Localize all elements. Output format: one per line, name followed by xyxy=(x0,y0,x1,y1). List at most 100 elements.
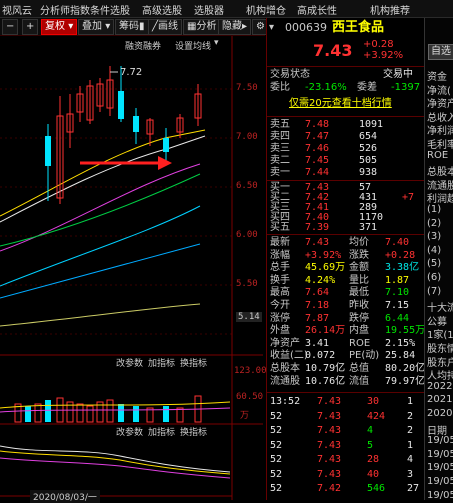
zoom-in-button[interactable]: + xyxy=(22,19,39,35)
margin-trading-label[interactable]: 融资融券 xyxy=(125,39,161,52)
draw-line-label: 画线 xyxy=(158,21,179,32)
menu-item-high-growth[interactable]: 高成长性 xyxy=(297,2,337,17)
tick-time: 13:52 xyxy=(270,396,301,407)
level2-link[interactable]: 仅需20元查看十档行情 xyxy=(289,98,392,110)
trade-status-value: 交易中 xyxy=(383,69,413,80)
order-book-row[interactable]: 买四 7.40 1170 xyxy=(267,213,424,223)
stat-value: 7.87 xyxy=(305,312,330,324)
overlay-button[interactable]: 叠加 ▾ xyxy=(78,19,115,35)
order-book-row[interactable]: 卖一 7.44 938 xyxy=(267,167,424,179)
order-book-row[interactable]: 卖三 7.46 526 xyxy=(267,143,424,155)
stat-label: 收益(二) xyxy=(270,350,308,362)
add-indicator-link-2[interactable]: 加指标 xyxy=(148,425,175,438)
stat-row: 今开 7.18 昨收 7.15 xyxy=(267,300,424,312)
kline-chart-area[interactable]: 融资融券 设置均线 ▾ 7.72 7.50 7.00 6.50 6.00 5.5… xyxy=(0,36,267,503)
tick-volume: 5 xyxy=(367,439,374,451)
tick-row[interactable]: 52 7.43 424 2 xyxy=(267,411,424,423)
tick-row[interactable]: 52 7.43 28 4 xyxy=(267,454,424,466)
weibi-value: -23.16% xyxy=(305,82,347,93)
draw-line-button[interactable]: ╱画线 xyxy=(148,19,183,35)
trade-status-row: 交易状态 交易中 xyxy=(267,69,424,81)
order-book-row[interactable]: 买三 7.41 289 xyxy=(267,203,424,213)
order-delta: +7 xyxy=(402,192,415,203)
stat-value: 6.44 xyxy=(385,312,410,324)
menu-item-advanced-select[interactable]: 高级选股 xyxy=(142,2,182,17)
tick-count: 27 xyxy=(407,483,420,494)
side-info-panel: 自选 资金净流(净资产总收入净利润毛利率ROE总股本流通股利润趋势(1)(2)(… xyxy=(424,18,453,500)
stock-code: 000639 xyxy=(285,21,327,34)
menu-item-stock-picker[interactable]: 选股器 xyxy=(194,2,224,17)
weibi-label: 委比 xyxy=(270,82,290,93)
order-book-row[interactable]: 卖五 7.48 1091 xyxy=(267,119,424,131)
tick-row[interactable]: 52 7.43 40 3 xyxy=(267,469,424,481)
zoom-out-button[interactable]: − xyxy=(2,19,19,35)
order-price: 7.39 xyxy=(305,222,330,233)
menu-bar: 视风云 分析师指数 条件选股 高级选股 选股器 机构增仓 高成长性 机构推荐 xyxy=(0,0,453,18)
current-price-box: 5.14 xyxy=(236,312,262,322)
side-info-item: (5) xyxy=(427,258,442,270)
change-params-link-1[interactable]: 改参数 xyxy=(116,356,143,369)
order-book-row[interactable]: 卖四 7.47 654 xyxy=(267,131,424,143)
side-info-item: 2020 xyxy=(427,408,453,419)
tick-count: 2 xyxy=(407,425,414,436)
order-book-row[interactable]: 买五 7.39 371 xyxy=(267,223,424,233)
chevron-down-icon[interactable]: ▾ xyxy=(214,38,219,48)
stat-value: 3.38亿 xyxy=(385,262,420,274)
order-volume: 526 xyxy=(359,143,378,154)
analysis-button[interactable]: ▦分析 xyxy=(183,19,221,35)
y-axis-label: 7.00 xyxy=(236,132,258,142)
stat-label: 内盘 xyxy=(349,325,369,337)
ma120-line xyxy=(0,243,201,299)
menu-item-analyst-index[interactable]: 分析师指数 xyxy=(40,2,90,17)
change-params-link-2[interactable]: 改参数 xyxy=(116,425,143,438)
order-price: 7.48 xyxy=(305,119,330,130)
chip-label: 筹码 xyxy=(119,21,139,32)
tick-price: 7.43 xyxy=(317,454,342,465)
side-info-item: 19/05 xyxy=(427,462,453,474)
stat-value: +3.92% xyxy=(305,249,342,261)
order-book-row[interactable]: 买二 7.42 431 +7 xyxy=(267,193,424,203)
order-book-row[interactable]: 卖二 7.45 505 xyxy=(267,155,424,167)
hide-button[interactable]: 隐藏▸ xyxy=(218,19,252,35)
stat-value: 7.10 xyxy=(385,287,410,299)
tick-count: 2 xyxy=(407,410,414,422)
stat-label: 净资产 xyxy=(270,337,300,349)
stat-label: 换手 xyxy=(270,274,290,286)
chart-toolbar: − + 复权 ▾ 叠加 ▾ 筹码▮ ╱画线 ▦分析 隐藏▸ ⚙ xyxy=(0,18,269,36)
analysis-label: 分析 xyxy=(196,21,217,32)
dropdown-icon[interactable]: ▾ xyxy=(269,22,274,34)
stat-label: 跌停 xyxy=(349,312,369,324)
stat-value: 10.79亿 xyxy=(305,363,346,374)
candle xyxy=(118,91,124,119)
tick-row[interactable]: 52 7.43 5 1 xyxy=(267,440,424,452)
tick-time: 52 xyxy=(270,439,283,451)
vol-axis-label: 123.00 xyxy=(234,366,267,376)
fuquan-button[interactable]: 复权 ▾ xyxy=(41,19,78,35)
tick-price: 7.43 xyxy=(317,396,342,407)
tick-volume: 40 xyxy=(367,468,380,480)
menu-item-condition-select[interactable]: 条件选股 xyxy=(90,2,130,17)
stat-row: 外盘 26.14万 内盘 19.55万 xyxy=(267,325,425,337)
tick-row[interactable]: 52 7.43 4 2 xyxy=(267,425,424,437)
stat-value: 7.43 xyxy=(305,237,330,248)
menu-item-shifengyun[interactable]: 视风云 xyxy=(2,2,32,17)
tick-row[interactable]: 13:52 7.43 30 1 xyxy=(267,396,424,408)
chip-button[interactable]: 筹码▮ xyxy=(115,19,149,35)
y-axis-label: 6.00 xyxy=(236,230,258,240)
tick-price: 7.43 xyxy=(317,425,342,436)
order-book-row[interactable]: 买一 7.43 57 xyxy=(267,183,424,193)
menu-item-institution-recommend[interactable]: 机构推荐 xyxy=(370,2,410,17)
side-info-item: ROE xyxy=(427,149,449,161)
menu-item-institution-increase[interactable]: 机构增仓 xyxy=(246,2,286,17)
stat-label: 总手 xyxy=(270,262,290,274)
ma30-line xyxy=(0,173,201,247)
add-indicator-link-1[interactable]: 加指标 xyxy=(148,356,175,369)
tick-count: 1 xyxy=(407,396,414,407)
ma60-line xyxy=(0,205,201,287)
ma-settings-link[interactable]: 设置均线 xyxy=(175,39,211,52)
add-to-watchlist-button[interactable]: 自选 xyxy=(428,44,453,60)
tick-volume: 30 xyxy=(367,396,380,407)
swap-indicator-link-1[interactable]: 换指标 xyxy=(180,356,207,369)
swap-indicator-link-2[interactable]: 换指标 xyxy=(180,425,207,438)
tick-row[interactable]: 52 7.42 546 27 xyxy=(267,483,424,495)
